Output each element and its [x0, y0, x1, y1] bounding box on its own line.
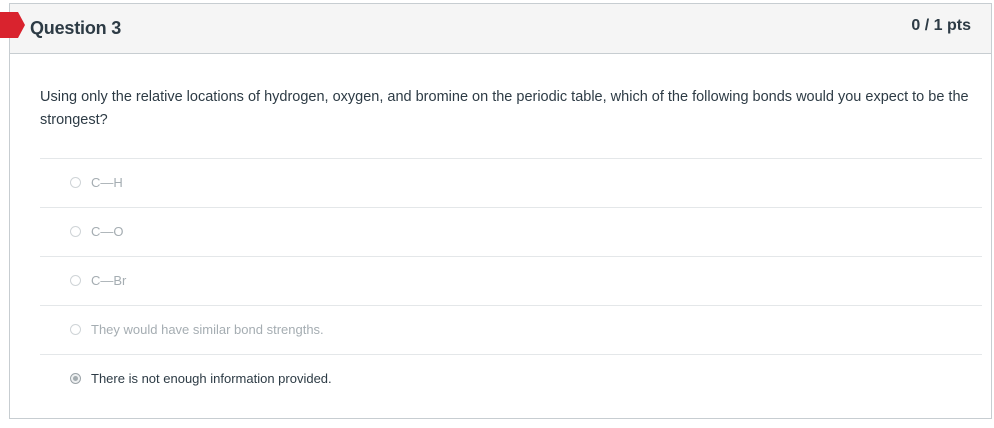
answer-label: There is not enough information provided… [91, 371, 332, 386]
answer-label: C—Br [91, 273, 127, 288]
answer-option-4[interactable]: They would have similar bond strengths. [40, 305, 982, 354]
question-card: Question 3 0 / 1 pts Using only the rela… [9, 3, 992, 419]
radio-button-selected[interactable] [70, 373, 81, 384]
answer-option-3[interactable]: C—Br [40, 256, 982, 305]
answer-label: C—O [91, 224, 124, 239]
answer-option-1[interactable]: C—H [40, 158, 982, 207]
radio-button[interactable] [70, 177, 81, 188]
answer-label: C—H [91, 175, 123, 190]
answer-list: C—H C—O C—Br They would have similar bon… [40, 158, 982, 403]
radio-button[interactable] [70, 324, 81, 335]
radio-button[interactable] [70, 275, 81, 286]
radio-button[interactable] [70, 226, 81, 237]
answer-option-5[interactable]: There is not enough information provided… [40, 354, 982, 403]
question-title: Question 3 [30, 18, 122, 38]
answer-option-2[interactable]: C—O [40, 207, 982, 256]
question-points: 0 / 1 pts [911, 17, 971, 34]
flag-shape [0, 12, 25, 38]
question-header: Question 3 0 / 1 pts [10, 4, 991, 54]
answer-label: They would have similar bond strengths. [91, 322, 324, 337]
incorrect-flag-icon [0, 12, 25, 38]
question-text: Using only the relative locations of hyd… [40, 89, 969, 128]
